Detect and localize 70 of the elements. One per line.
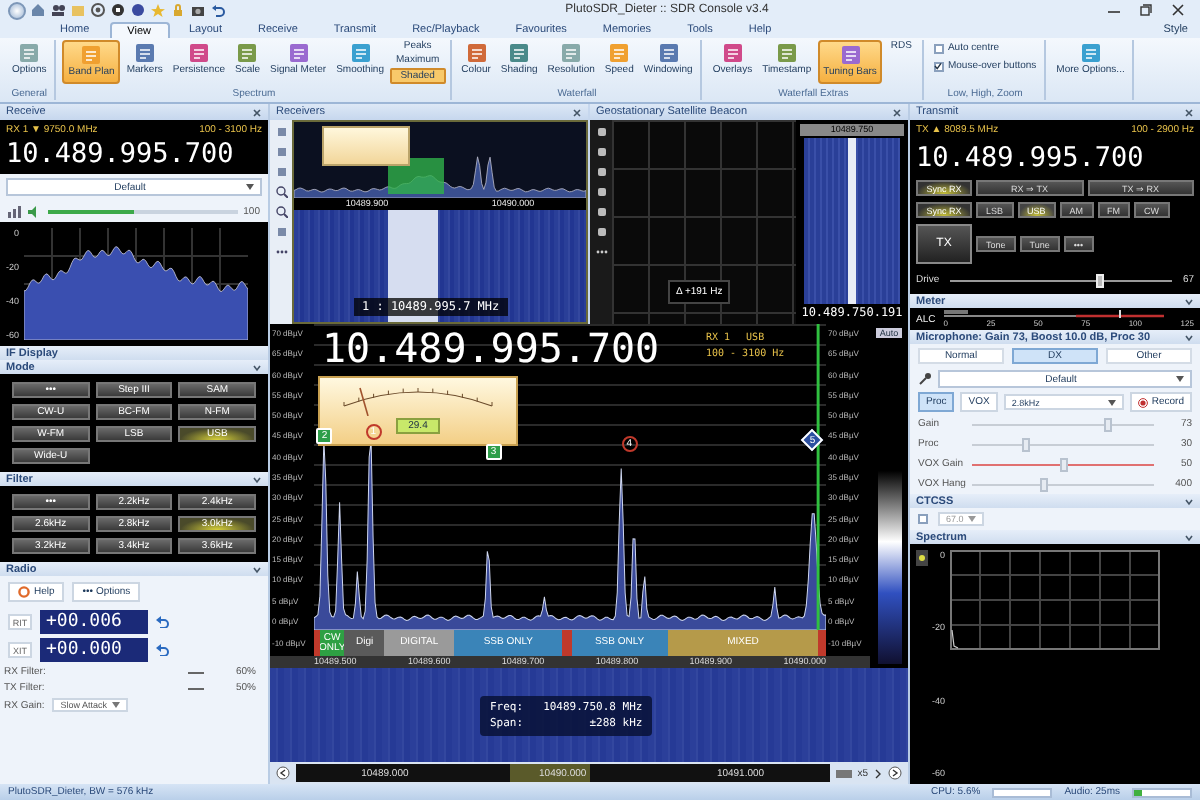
right-arrow-icon[interactable] [888, 766, 902, 780]
tool-icon [80, 44, 103, 66]
tool-icon [608, 42, 631, 64]
star-icon[interactable] [150, 2, 166, 18]
cpu-meter [992, 787, 1053, 797]
signal-meter-drawing [322, 126, 410, 166]
undo-icon[interactable] [156, 644, 170, 656]
chevron-icon[interactable] [1184, 297, 1194, 305]
chevron-icon[interactable] [1184, 533, 1194, 541]
close-icon[interactable] [252, 107, 262, 117]
lifebuoy-icon [18, 586, 30, 598]
chevron-right-icon[interactable] [874, 767, 882, 779]
tool-icon [133, 42, 156, 64]
slider-thumb[interactable] [1059, 457, 1067, 471]
tool-icon [775, 42, 798, 64]
bars-icon[interactable] [8, 205, 22, 217]
app-menu-icon[interactable] [8, 1, 26, 19]
tool-icon [721, 42, 744, 64]
frequency-readout: 10.489.995.700 [322, 326, 660, 370]
chevron-icon[interactable] [252, 363, 262, 371]
slider-thumb[interactable] [1040, 477, 1049, 491]
tool-icon [1079, 42, 1102, 64]
caret-icon [246, 184, 254, 190]
zoom-out-icon[interactable] [275, 206, 287, 218]
close-icon[interactable] [1172, 4, 1184, 16]
restore-icon[interactable] [1140, 4, 1152, 16]
tool-icon [508, 42, 531, 64]
more-icon[interactable] [595, 246, 607, 258]
close-icon[interactable] [572, 107, 582, 117]
close-icon[interactable] [892, 107, 902, 117]
slider-thumb[interactable] [1022, 437, 1031, 451]
stop-icon[interactable] [110, 2, 126, 18]
people-icon[interactable] [50, 2, 66, 18]
tool-icon [236, 42, 259, 64]
frequency-readout: 10.489.995.700 [916, 142, 1146, 174]
tool-icon [657, 42, 680, 64]
left-arrow-icon[interactable] [276, 766, 290, 780]
more-icon[interactable] [275, 246, 287, 258]
offset-readout: +00.006 [40, 610, 148, 634]
passband-highlight [388, 158, 444, 194]
chevron-icon[interactable] [1184, 333, 1194, 341]
microphone-icon[interactable] [918, 372, 932, 386]
caret-icon [111, 702, 120, 708]
tool-icon [349, 42, 372, 64]
tool-icon [187, 42, 210, 64]
tool-icon [18, 42, 41, 64]
chevron-icon[interactable] [252, 475, 262, 483]
tool-icon [287, 42, 310, 64]
checkbox[interactable] [933, 43, 944, 53]
chevron-icon[interactable] [1184, 497, 1194, 505]
caret-icon [1107, 399, 1116, 405]
frequency-readout: 10.489.995.700 [6, 138, 236, 170]
zoom-in-icon[interactable] [275, 186, 287, 198]
offset-readout: +00.000 [40, 638, 148, 662]
undo-icon[interactable] [210, 2, 226, 18]
tool-icon [839, 44, 862, 66]
slider-thumb[interactable] [1104, 417, 1113, 431]
undo-icon[interactable] [156, 616, 170, 628]
chevron-icon[interactable] [252, 565, 262, 573]
record-icon[interactable] [90, 2, 106, 18]
caret-icon [1176, 376, 1184, 382]
record-icon [1137, 397, 1148, 407]
tool-icon [465, 42, 488, 64]
tool-icon [560, 42, 583, 64]
checkbox[interactable] [918, 514, 928, 524]
globe-icon[interactable] [130, 2, 146, 18]
checkmark-icon [934, 62, 943, 70]
checkbox[interactable] [933, 61, 944, 71]
caret-icon [967, 516, 976, 522]
close-icon[interactable] [1184, 107, 1194, 117]
